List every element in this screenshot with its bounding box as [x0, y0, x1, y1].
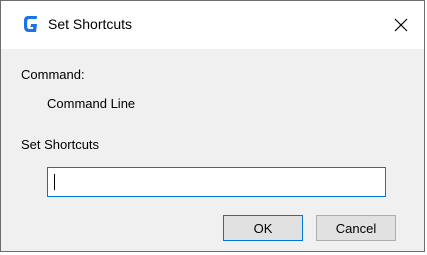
app-logo-icon	[23, 14, 39, 34]
close-button[interactable]	[378, 1, 424, 49]
close-icon	[394, 18, 408, 32]
set-shortcuts-dialog: Set Shortcuts Command: Command Line Set …	[0, 0, 425, 252]
text-caret	[54, 174, 55, 190]
cancel-button[interactable]: Cancel	[316, 215, 396, 241]
command-label: Command:	[21, 67, 85, 82]
title-bar: Set Shortcuts	[1, 1, 424, 49]
ok-button[interactable]: OK	[223, 215, 303, 241]
shortcut-input[interactable]	[47, 167, 386, 197]
command-value: Command Line	[47, 96, 136, 111]
dialog-title: Set Shortcuts	[48, 16, 133, 32]
shortcut-label: Set Shortcuts	[21, 137, 100, 152]
